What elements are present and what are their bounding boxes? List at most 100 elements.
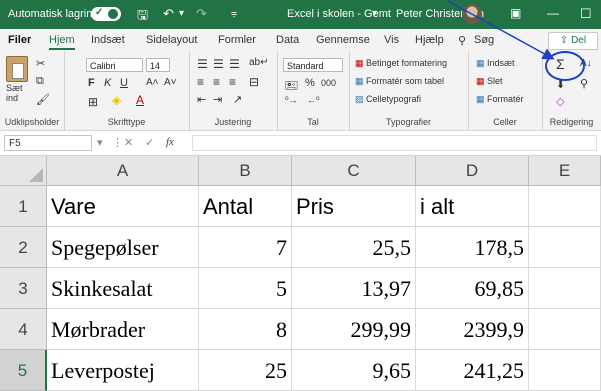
percent-button[interactable]: % <box>305 77 315 89</box>
undo-dropdown-icon[interactable]: ▾ <box>179 8 184 19</box>
cancel-icon[interactable]: ✕ <box>124 136 133 149</box>
avatar[interactable] <box>462 4 482 24</box>
row-header-5[interactable]: 5 <box>0 350 47 391</box>
bold-button[interactable]: F <box>88 77 95 89</box>
tab-sidelayout[interactable]: Sidelayout <box>146 34 197 46</box>
row-header-4[interactable]: 4 <box>0 309 47 350</box>
thousands-button[interactable]: 000 <box>321 78 336 88</box>
paste-icon[interactable] <box>6 56 28 82</box>
decrease-decimal-icon[interactable]: ←⁰ <box>307 95 320 106</box>
copy-icon[interactable]: ⧉ <box>36 75 44 88</box>
cut-icon[interactable]: ✂ <box>36 57 45 70</box>
cell-a2[interactable]: Spegepølser <box>47 227 199 268</box>
row-header-1[interactable]: 1 <box>0 186 47 227</box>
italic-button[interactable]: K <box>104 77 111 89</box>
clear-icon[interactable]: ◇ <box>556 95 564 108</box>
shrink-font-button[interactable]: A˅ <box>164 77 177 88</box>
currency-icon[interactable]: 🖭 <box>285 77 298 96</box>
tab-indsaet[interactable]: Indsæt <box>91 34 125 46</box>
font-color-icon[interactable]: A <box>136 93 144 107</box>
fill-color-icon[interactable]: ◈ <box>112 93 121 107</box>
select-all-corner[interactable] <box>0 156 47 186</box>
cell-c2[interactable]: 25,5 <box>292 227 416 268</box>
autosave-toggle[interactable]: ✓ <box>91 7 121 21</box>
search-icon[interactable]: ⚲ <box>458 34 466 47</box>
tab-data[interactable]: Data <box>276 34 299 46</box>
column-header-b[interactable]: B <box>199 156 292 186</box>
cell-c1[interactable]: Pris <box>292 186 416 227</box>
save-icon[interactable]: 🖫 <box>137 6 148 28</box>
cell-b2[interactable]: 7 <box>199 227 292 268</box>
ribbon-display-icon[interactable]: ▣ <box>510 6 521 20</box>
orientation-icon[interactable]: ↗ <box>233 93 242 106</box>
merge-center-icon[interactable]: ⊟ <box>249 75 259 89</box>
name-box-dropdown-icon[interactable]: ▾ <box>97 136 103 149</box>
align-right-icon[interactable]: ≡ <box>229 75 236 89</box>
decrease-indent-icon[interactable]: ⇤ <box>197 93 206 106</box>
maximize-icon[interactable]: ☐ <box>580 6 592 22</box>
cell-styles-button[interactable]: ▨ Celletypografi <box>355 94 421 105</box>
tab-gennemse[interactable]: Gennemse <box>316 34 370 46</box>
font-name-select[interactable]: Calibri <box>86 58 143 72</box>
insert-function-icon[interactable]: fx <box>166 136 174 148</box>
column-header-e[interactable]: E <box>529 156 601 186</box>
align-left-icon[interactable]: ≡ <box>197 75 204 89</box>
number-format-select[interactable]: Standard <box>283 58 343 72</box>
cell-b1[interactable]: Antal <box>199 186 292 227</box>
format-as-table-button[interactable]: ▦ Formatér som tabel <box>355 76 444 87</box>
find-select-icon[interactable]: ⚲ <box>580 77 588 90</box>
name-box[interactable]: F5 <box>4 135 92 151</box>
cell-c3[interactable]: 13,97 <box>292 268 416 309</box>
share-button[interactable]: ⇪ Del <box>548 32 598 50</box>
cell-e1[interactable] <box>529 186 601 227</box>
border-icon[interactable]: ⊞ <box>88 95 98 109</box>
column-header-a[interactable]: A <box>47 156 199 186</box>
cell-a3[interactable]: Skinkesalat <box>47 268 199 309</box>
cell-b3[interactable]: 5 <box>199 268 292 309</box>
grow-font-button[interactable]: A˄ <box>146 77 159 88</box>
cell-d4[interactable]: 2399,9 <box>416 309 529 350</box>
paste-label[interactable]: Sæt ind <box>6 83 32 103</box>
tab-vis[interactable]: Vis <box>384 34 399 46</box>
column-header-d[interactable]: D <box>416 156 529 186</box>
cell-e2[interactable] <box>529 227 601 268</box>
align-top-icon[interactable]: ☰ <box>197 57 208 71</box>
customize-toolbar-icon[interactable]: ⩦ <box>231 8 237 19</box>
font-size-select[interactable]: 14 <box>146 58 170 72</box>
cell-e5[interactable] <box>529 350 601 391</box>
align-center-icon[interactable]: ≡ <box>213 75 220 89</box>
formula-input[interactable] <box>192 135 597 151</box>
format-painter-icon[interactable]: 🖌 <box>36 93 50 106</box>
format-cells-button[interactable]: ▦ Formatér <box>476 94 524 105</box>
column-header-c[interactable]: C <box>292 156 416 186</box>
cell-c5[interactable]: 9,65 <box>292 350 416 391</box>
enter-icon[interactable]: ✓ <box>145 136 154 149</box>
cell-b4[interactable]: 8 <box>199 309 292 350</box>
wrap-text-icon[interactable]: ab↵ <box>249 57 269 68</box>
row-header-2[interactable]: 2 <box>0 227 47 268</box>
cell-e4[interactable] <box>529 309 601 350</box>
conditional-formatting-button[interactable]: ▦ Betinget formatering <box>355 58 447 69</box>
row-header-3[interactable]: 3 <box>0 268 47 309</box>
increase-indent-icon[interactable]: ⇥ <box>213 93 222 106</box>
cell-a5[interactable]: Leverpostej <box>47 350 199 391</box>
minimize-icon[interactable]: — <box>547 6 559 20</box>
cell-b5[interactable]: 25 <box>199 350 292 391</box>
increase-decimal-icon[interactable]: ⁰→ <box>285 95 298 106</box>
cell-d1[interactable]: i alt <box>416 186 529 227</box>
cell-c4[interactable]: 299,99 <box>292 309 416 350</box>
cell-e3[interactable] <box>529 268 601 309</box>
underline-button[interactable]: U <box>120 77 128 89</box>
title-dropdown-icon[interactable]: ▾ <box>372 8 377 19</box>
search-label[interactable]: Søg <box>474 34 494 46</box>
align-bottom-icon[interactable]: ☰ <box>229 57 240 71</box>
align-middle-icon[interactable]: ☰ <box>213 57 224 71</box>
insert-cells-button[interactable]: ▦ Indsæt <box>476 58 515 69</box>
undo-icon[interactable]: ↶ <box>163 6 174 22</box>
tab-filer[interactable]: Filer <box>8 34 31 46</box>
cell-d3[interactable]: 69,85 <box>416 268 529 309</box>
tab-formler[interactable]: Formler <box>218 34 256 46</box>
cell-d2[interactable]: 178,5 <box>416 227 529 268</box>
tab-hjaelp[interactable]: Hjælp <box>415 34 444 46</box>
cell-a1[interactable]: Vare <box>47 186 199 227</box>
